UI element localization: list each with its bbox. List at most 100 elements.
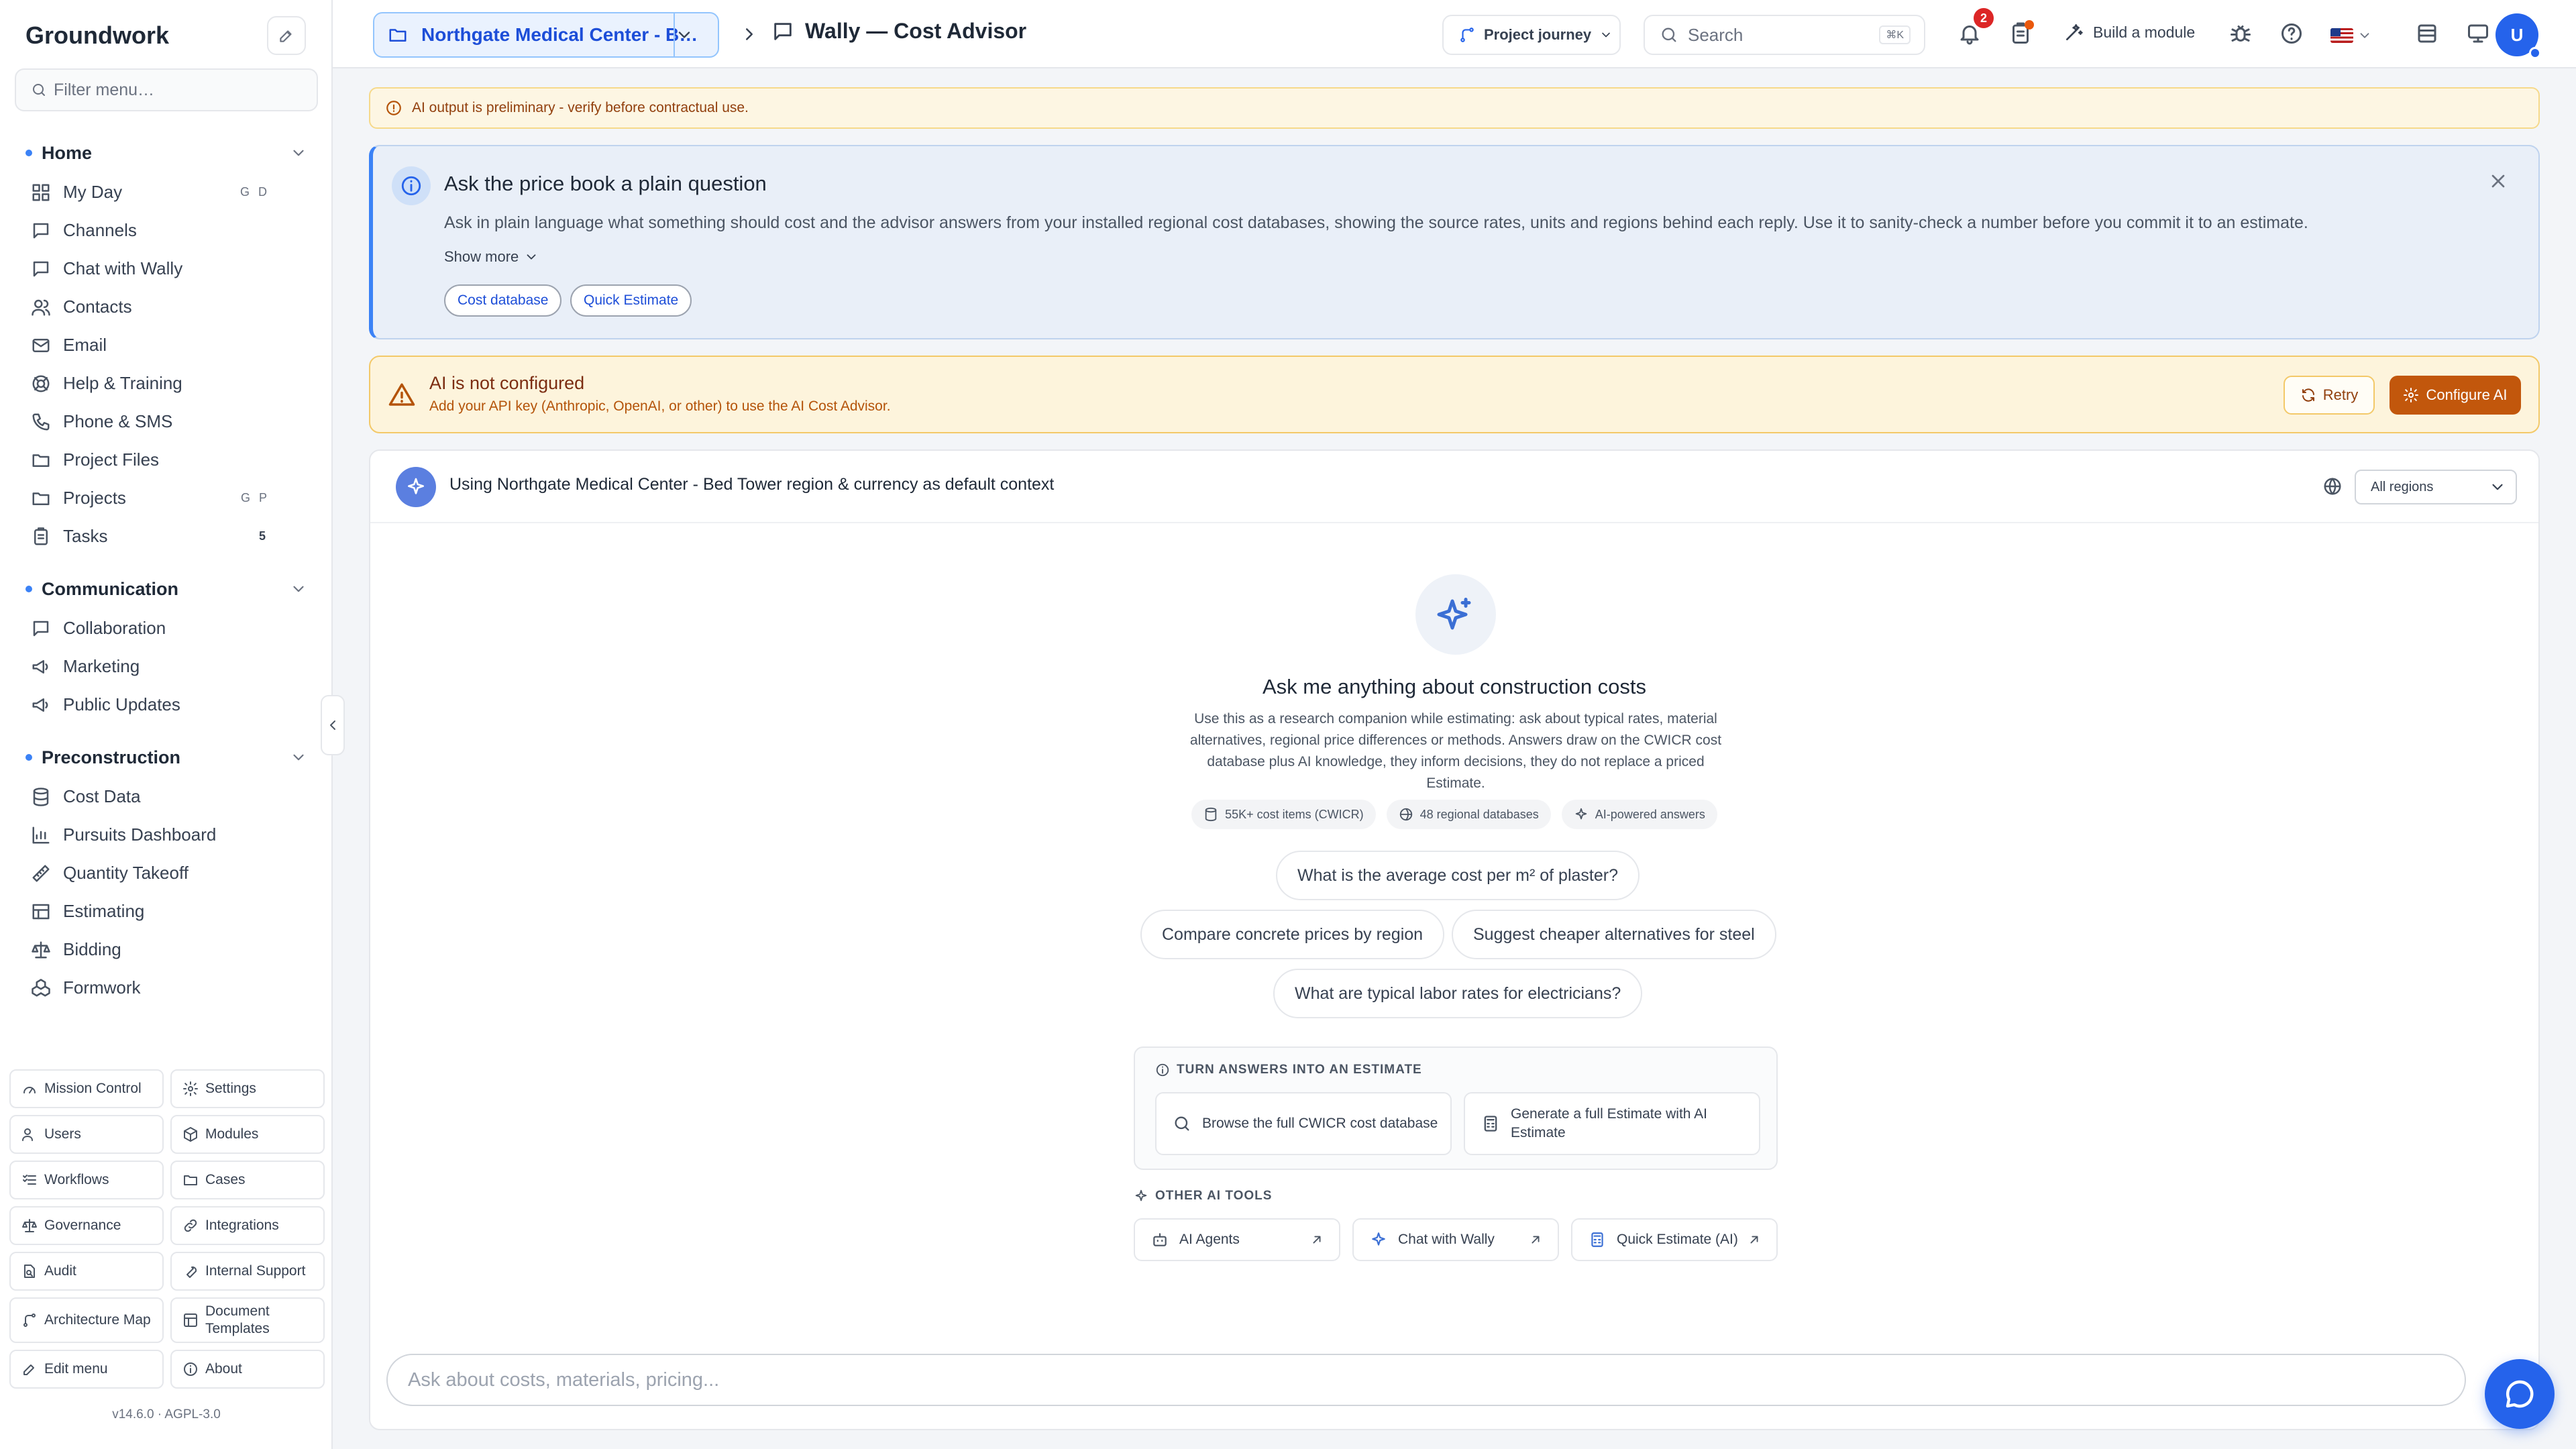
retry-button[interactable]: Retry	[2284, 376, 2375, 415]
section-home[interactable]: Home	[0, 133, 333, 173]
calculator-icon	[1481, 1114, 1500, 1133]
megaphone-icon	[31, 695, 51, 715]
document-templates-button[interactable]: Document Templates	[170, 1297, 325, 1343]
ai-not-configured-alert: AI is not configured Add your API key (A…	[369, 356, 2540, 433]
database-icon	[31, 787, 51, 807]
sidebar-item-channels[interactable]: Channels	[0, 211, 333, 250]
sidebar: Groundwork Filter menu… Home My Day G D C…	[0, 0, 333, 1449]
ai-agents-link[interactable]: AI Agents	[1134, 1218, 1340, 1261]
sidebar-item-tasks[interactable]: Tasks 5	[0, 517, 333, 555]
sidebar-item-estimating[interactable]: Estimating	[0, 892, 333, 930]
other-tools-text: OTHER AI TOOLS	[1155, 1189, 1273, 1203]
users-button[interactable]: Users	[9, 1115, 164, 1154]
suggestion-steel-alternatives[interactable]: Suggest cheaper alternatives for steel	[1452, 910, 1776, 959]
mission-control-button[interactable]: Mission Control	[9, 1069, 164, 1108]
status-dot	[2025, 20, 2034, 30]
layout-list-icon[interactable]	[2415, 21, 2439, 46]
sidebar-item-projects[interactable]: Projects G P	[0, 479, 333, 517]
chevron-down-icon	[524, 250, 539, 264]
show-more-link[interactable]: Show more	[444, 248, 539, 266]
project-journey-button[interactable]: Project journey	[1442, 15, 1621, 55]
suggestion-concrete-prices[interactable]: Compare concrete prices by region	[1140, 910, 1445, 959]
project-selector[interactable]: Northgate Medical Center - B…	[373, 12, 719, 58]
sidebar-item-collaboration[interactable]: Collaboration	[0, 609, 333, 647]
section-preconstruction[interactable]: Preconstruction	[0, 737, 333, 777]
sidebar-item-my-day[interactable]: My Day G D	[0, 173, 333, 211]
edit-menu-link[interactable]: Edit menu	[9, 1350, 164, 1389]
monitor-icon[interactable]	[2466, 21, 2490, 46]
cases-button[interactable]: Cases	[170, 1161, 325, 1199]
about-button[interactable]: About	[170, 1350, 325, 1389]
integrations-button[interactable]: Integrations	[170, 1206, 325, 1245]
architecture-map-button[interactable]: Architecture Map	[9, 1297, 164, 1343]
arrow-up-right-icon	[1528, 1232, 1543, 1247]
chat-icon	[31, 619, 51, 639]
sidebar-item-chat-with-wally[interactable]: Chat with Wally	[0, 250, 333, 288]
chevron-down-icon	[290, 749, 307, 766]
browse-cost-database-button[interactable]: Browse the full CWICR cost database	[1155, 1092, 1452, 1155]
sidebar-item-help-training[interactable]: Help & Training	[0, 364, 333, 402]
help-icon[interactable]	[2279, 21, 2304, 46]
quick-estimate-link[interactable]: Quick Estimate (AI)	[1571, 1218, 1778, 1261]
chat-icon	[771, 20, 794, 43]
sidebar-item-label: Pursuits Dashboard	[63, 824, 217, 845]
database-icon	[1203, 807, 1218, 822]
build-module-button[interactable]: Build a module	[2063, 21, 2195, 43]
governance-button[interactable]: Governance	[9, 1206, 164, 1245]
chip-label: 55K+ cost items (CWICR)	[1225, 807, 1364, 821]
collapse-sidebar-button[interactable]	[321, 695, 345, 755]
folder-open-icon	[388, 25, 408, 45]
chat-input[interactable]: Ask about costs, materials, pricing...	[386, 1354, 2466, 1406]
suggestion-electrician-rates[interactable]: What are typical labor rates for electri…	[1273, 969, 1643, 1018]
global-search[interactable]: Search ⌘K	[1644, 15, 1925, 55]
sidebar-item-public-updates[interactable]: Public Updates	[0, 686, 333, 724]
quick-link-label: Users	[44, 1126, 81, 1142]
audit-button[interactable]: Audit	[9, 1252, 164, 1291]
chat-launcher-button[interactable]	[2485, 1359, 2555, 1429]
sidebar-item-label: Chat with Wally	[63, 258, 183, 278]
workflows-button[interactable]: Workflows	[9, 1161, 164, 1199]
quick-link-label: Audit	[44, 1263, 76, 1279]
sidebar-item-quantity-takeoff[interactable]: Quantity Takeoff	[0, 854, 333, 892]
quick-estimate-link[interactable]: Quick Estimate	[570, 284, 692, 317]
chip-ai-answers: AI-powered answers	[1561, 800, 1717, 829]
bug-icon[interactable]	[2229, 21, 2253, 46]
chat-input-placeholder: Ask about costs, materials, pricing...	[408, 1368, 720, 1391]
sidebar-item-cost-data[interactable]: Cost Data	[0, 777, 333, 816]
modules-button[interactable]: Modules	[170, 1115, 325, 1154]
cost-database-link[interactable]: Cost database	[444, 284, 562, 317]
sidebar-item-project-files[interactable]: Project Files	[0, 441, 333, 479]
sidebar-item-email[interactable]: Email	[0, 326, 333, 364]
configure-ai-button[interactable]: Configure AI	[2390, 376, 2521, 415]
chevron-down-icon	[290, 580, 307, 598]
section-communication[interactable]: Communication	[0, 569, 333, 609]
sparkles-icon	[1370, 1231, 1387, 1248]
context-bar: Using Northgate Medical Center - Bed Tow…	[370, 451, 2538, 523]
sidebar-item-pursuits-dashboard[interactable]: Pursuits Dashboard	[0, 816, 333, 854]
generate-label: Generate a full Estimate with AI Estimat…	[1511, 1106, 1707, 1140]
chat-with-wally-link[interactable]: Chat with Wally	[1352, 1218, 1559, 1261]
alert-title: AI is not configured	[429, 373, 585, 393]
generate-estimate-button[interactable]: Generate a full Estimate with AI Estimat…	[1464, 1092, 1760, 1155]
search-shortcut: ⌘K	[1879, 25, 1911, 44]
section-dot	[25, 150, 32, 156]
section-title: Home	[42, 142, 93, 163]
avatar[interactable]: U	[2496, 13, 2541, 59]
region-select[interactable]: All regions	[2355, 470, 2517, 504]
chevron-down-icon[interactable]	[675, 25, 694, 44]
sidebar-item-marketing[interactable]: Marketing	[0, 647, 333, 686]
sidebar-item-phone-sms[interactable]: Phone & SMS	[0, 402, 333, 441]
sidebar-item-contacts[interactable]: Contacts	[0, 288, 333, 326]
task-count-badge: 5	[258, 529, 266, 543]
settings-button[interactable]: Settings	[170, 1069, 325, 1108]
us-flag-icon[interactable]	[2330, 28, 2353, 43]
edit-menu-button[interactable]	[267, 16, 306, 55]
close-icon[interactable]	[2487, 170, 2509, 192]
sidebar-item-formwork[interactable]: Formwork	[0, 969, 333, 1007]
sidebar-item-bidding[interactable]: Bidding	[0, 930, 333, 969]
internal-support-button[interactable]: Internal Support	[170, 1252, 325, 1291]
suggestion-plaster-cost[interactable]: What is the average cost per m² of plast…	[1276, 851, 1640, 900]
quick-link-label: Workflows	[44, 1172, 109, 1187]
retry-label: Retry	[2322, 386, 2359, 403]
filter-menu-input[interactable]: Filter menu…	[15, 68, 318, 111]
